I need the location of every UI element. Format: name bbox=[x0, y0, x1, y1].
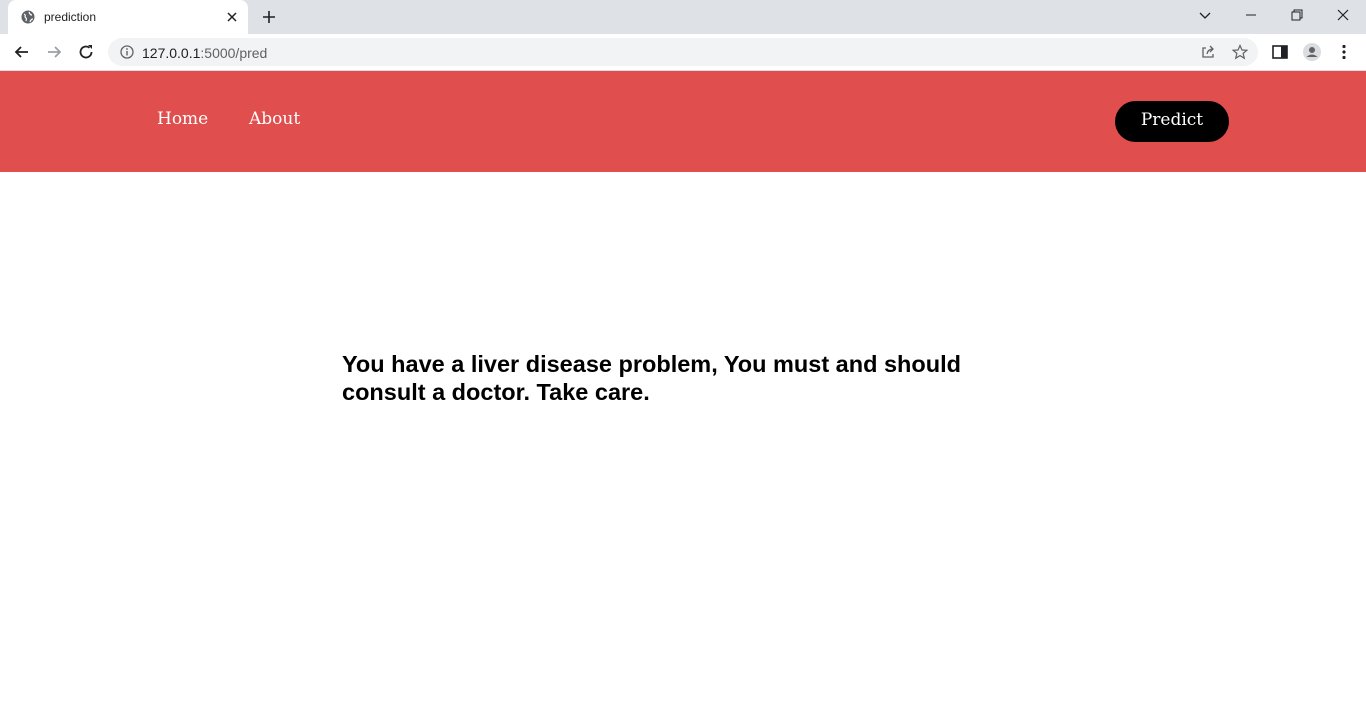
browser-tab[interactable]: prediction bbox=[8, 0, 248, 34]
window-close-icon[interactable] bbox=[1335, 7, 1351, 23]
tab-title: prediction bbox=[44, 10, 97, 24]
address-bar[interactable]: 127.0.0.1:5000/pred bbox=[108, 38, 1258, 66]
chevron-down-icon[interactable] bbox=[1197, 7, 1213, 23]
share-icon[interactable] bbox=[1200, 44, 1216, 60]
star-icon[interactable] bbox=[1232, 44, 1248, 60]
url-path: :5000/pred bbox=[200, 45, 268, 61]
plus-icon[interactable] bbox=[261, 9, 277, 25]
browser-tabstrip: prediction bbox=[0, 0, 1366, 34]
url-host: 127.0.0.1 bbox=[142, 45, 201, 61]
info-icon[interactable] bbox=[120, 45, 134, 59]
predict-button[interactable]: Predict bbox=[1115, 101, 1229, 142]
browser-toolbar: 127.0.0.1:5000/pred bbox=[0, 34, 1366, 71]
restore-icon[interactable] bbox=[1289, 7, 1305, 23]
forward-icon[interactable] bbox=[44, 42, 64, 62]
kebab-menu-icon[interactable] bbox=[1334, 42, 1354, 62]
globe-icon bbox=[21, 10, 35, 24]
url-text[interactable]: 127.0.0.1:5000/pred bbox=[142, 45, 267, 61]
minimize-icon[interactable] bbox=[1243, 7, 1259, 23]
close-icon[interactable] bbox=[224, 9, 240, 25]
reload-icon[interactable] bbox=[76, 42, 96, 62]
sidepanel-icon[interactable] bbox=[1270, 42, 1290, 62]
nav-link-home[interactable]: Home bbox=[157, 109, 208, 129]
back-icon[interactable] bbox=[12, 42, 32, 62]
profile-icon[interactable] bbox=[1302, 42, 1322, 62]
site-navbar: Home About Predict bbox=[0, 71, 1366, 172]
nav-link-about[interactable]: About bbox=[249, 109, 300, 129]
prediction-result: You have a liver disease problem, You mu… bbox=[342, 351, 961, 405]
